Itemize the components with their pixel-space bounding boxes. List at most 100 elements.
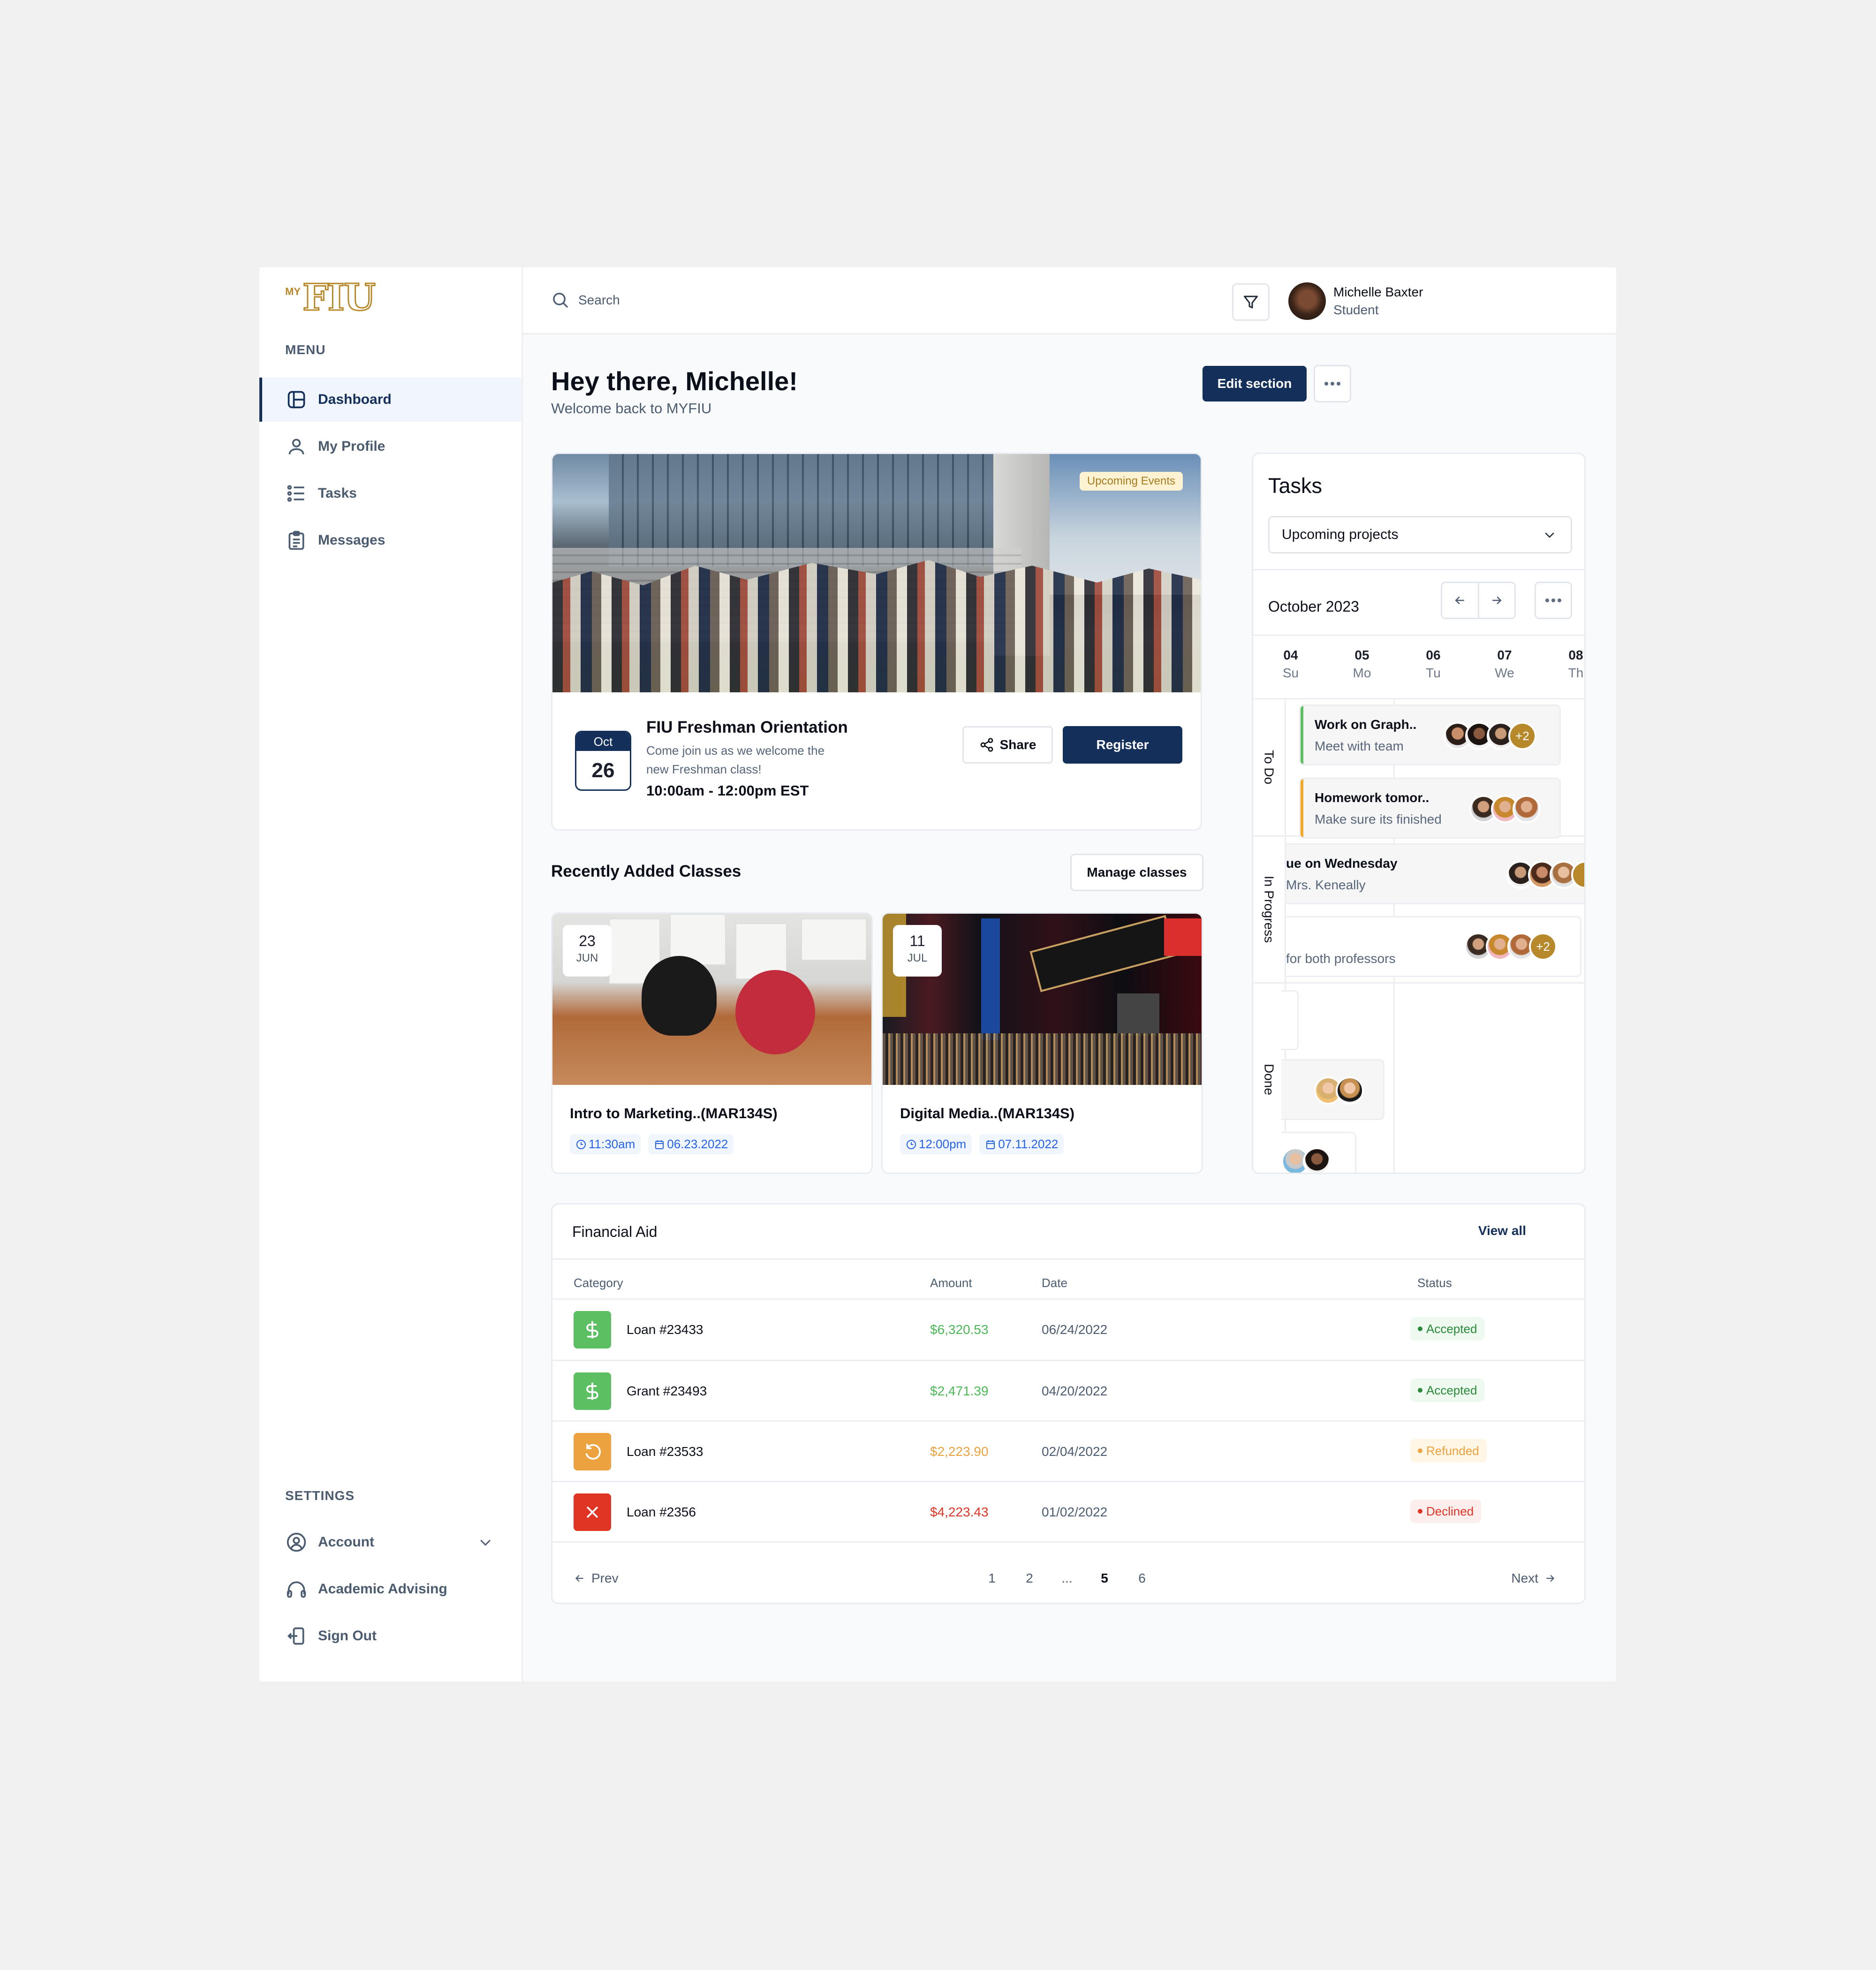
share-button[interactable]: Share [962, 726, 1053, 764]
table-row[interactable]: Loan #23433 $6,320.53 06/24/2022 Accepte… [552, 1300, 1584, 1360]
user-circle-icon [285, 1531, 308, 1553]
calendar-day[interactable]: 05 Mo [1343, 648, 1381, 681]
edit-section-button[interactable]: Edit section [1203, 366, 1307, 402]
row-category: Loan #23433 [627, 1322, 704, 1337]
day-weekday: Th [1568, 666, 1584, 680]
avatar [1336, 1076, 1364, 1105]
user-name: Michelle Baxter [1333, 285, 1423, 299]
myfiu-logo[interactable]: MY FIU [285, 279, 376, 317]
class-day: 23 [579, 932, 596, 949]
filter-icon [1244, 296, 1258, 309]
event-title: FIU Freshman Orientation [646, 718, 848, 736]
sidebar-item-dashboard[interactable]: Dashboard [259, 378, 522, 422]
class-month: JUL [907, 952, 928, 964]
class-day: 11 [909, 932, 925, 949]
row-category: Loan #23533 [627, 1444, 704, 1459]
pagination: Prev 1 2 ... 5 6 Next [552, 1564, 1584, 1592]
class-date-chip-2: 06.23.2022 [648, 1134, 734, 1154]
table-row[interactable]: Grant #23493 $2,471.39 04/20/2022 Accept… [552, 1361, 1584, 1421]
sidebar-item-label: Messages [318, 532, 386, 548]
prev-page-button[interactable]: Prev [574, 1571, 619, 1586]
sidebar-item-academic-advising[interactable]: Academic Advising [259, 1567, 522, 1611]
page-1[interactable]: 1 [973, 1571, 1011, 1586]
prev-week-button[interactable] [1442, 583, 1478, 618]
financial-aid-table: Financial Aid View all Category Amount D… [551, 1203, 1586, 1604]
share-icon [980, 738, 993, 752]
menu-label: MENU [285, 342, 326, 357]
x-icon [574, 1493, 611, 1531]
task-card[interactable]: Homework tomor.. Make sure its finished [1299, 778, 1561, 839]
more-options-button[interactable] [1314, 365, 1351, 402]
column-header-amount[interactable]: Amount [930, 1276, 972, 1290]
clock-icon [907, 1139, 916, 1149]
arrow-left-icon [1455, 596, 1464, 605]
class-image: 11 JUL [883, 914, 1202, 1085]
page-2[interactable]: 2 [1011, 1571, 1048, 1586]
calendar-day[interactable]: 07 We [1486, 648, 1523, 681]
task-card[interactable]: ue on Wednesday Mrs. Keneally [1286, 843, 1584, 904]
ellipsis-icon [1324, 382, 1340, 386]
avatar [1288, 282, 1326, 320]
search-input[interactable]: Search [551, 291, 620, 310]
top-bar: Search Michelle Baxter Student [523, 267, 1616, 334]
task-subtitle: for both professors [1286, 951, 1396, 966]
row-category: Loan #2356 [627, 1505, 696, 1519]
next-page-button[interactable]: Next [1511, 1571, 1556, 1586]
lane-label: In Progress [1262, 876, 1277, 943]
day-weekday: We [1495, 666, 1514, 680]
ellipsis-icon [1545, 599, 1561, 602]
day-number: 07 [1497, 648, 1512, 662]
class-time-chip: 11:30am [570, 1134, 641, 1154]
sidebar-item-tasks[interactable]: Tasks [259, 471, 522, 515]
view-all-link[interactable]: View all [1478, 1223, 1526, 1238]
search-icon [553, 293, 568, 308]
task-card[interactable]: for both professors +2 [1286, 916, 1581, 977]
task-title: Work on Graph.. [1315, 717, 1417, 732]
column-header-status[interactable]: Status [1417, 1276, 1452, 1290]
layout-icon [285, 388, 308, 411]
sign-out-icon [285, 1625, 308, 1647]
sidebar-item-sign-out[interactable]: Sign Out [259, 1614, 522, 1658]
class-card[interactable]: 11 JUL Digital Media..(MAR134S) 12:00pm … [881, 912, 1203, 1174]
headphones-icon [285, 1578, 308, 1600]
task-card[interactable] [1281, 1132, 1356, 1173]
task-card[interactable] [1281, 1059, 1384, 1120]
user-profile[interactable]: Michelle Baxter Student [1288, 282, 1423, 320]
calendar-nav [1441, 582, 1516, 619]
filter-button[interactable] [1232, 283, 1270, 321]
table-row[interactable]: Loan #2356 $4,223.43 01/02/2022 Declined [552, 1482, 1584, 1542]
status-badge: Refunded [1410, 1439, 1487, 1462]
list-icon [285, 482, 308, 505]
calendar-day[interactable]: 08 Th [1557, 648, 1584, 681]
calendar-more-button[interactable] [1535, 582, 1572, 619]
day-number: 04 [1283, 648, 1298, 662]
task-card[interactable]: Work on Graph.. Meet with team +2 [1299, 705, 1561, 765]
chevron-down-icon[interactable] [477, 1534, 493, 1550]
status-badge: Declined [1410, 1500, 1482, 1523]
page-5-current[interactable]: 5 [1086, 1571, 1123, 1586]
column-header-date[interactable]: Date [1042, 1276, 1067, 1290]
assignee-avatars [1314, 1076, 1364, 1105]
calendar-day[interactable]: 06 Tu [1415, 648, 1452, 681]
page-6[interactable]: 6 [1123, 1571, 1161, 1586]
column-header-category[interactable]: Category [574, 1276, 623, 1290]
sidebar-item-my-profile[interactable]: My Profile [259, 424, 522, 469]
status-text: Accepted [1426, 1321, 1477, 1336]
logo-prefix: MY [285, 286, 301, 297]
event-day: 26 [591, 759, 615, 782]
sidebar-item-account[interactable]: Account [259, 1520, 522, 1564]
register-button[interactable]: Register [1063, 726, 1182, 764]
next-week-button[interactable] [1477, 583, 1515, 618]
class-card[interactable]: 23 JUN Intro to Marketing..(MAR134S) 11:… [551, 912, 873, 1174]
row-date: 04/20/2022 [1042, 1384, 1108, 1398]
share-label: Share [999, 737, 1036, 752]
calendar-day[interactable]: 04 Su [1272, 648, 1309, 681]
table-row[interactable]: Loan #23533 $2,223.90 02/04/2022 Refunde… [552, 1422, 1584, 1482]
sidebar-item-messages[interactable]: Messages [259, 518, 522, 562]
task-card[interactable] [1281, 990, 1299, 1050]
greeting: Hey there, Michelle! Welcome back to MYF… [551, 366, 798, 417]
class-date-chip: 23 JUN [563, 925, 612, 977]
manage-classes-button[interactable]: Manage classes [1070, 854, 1203, 891]
event-image: Upcoming Events [552, 454, 1201, 692]
tasks-filter-select[interactable]: Upcoming projects [1268, 516, 1572, 553]
